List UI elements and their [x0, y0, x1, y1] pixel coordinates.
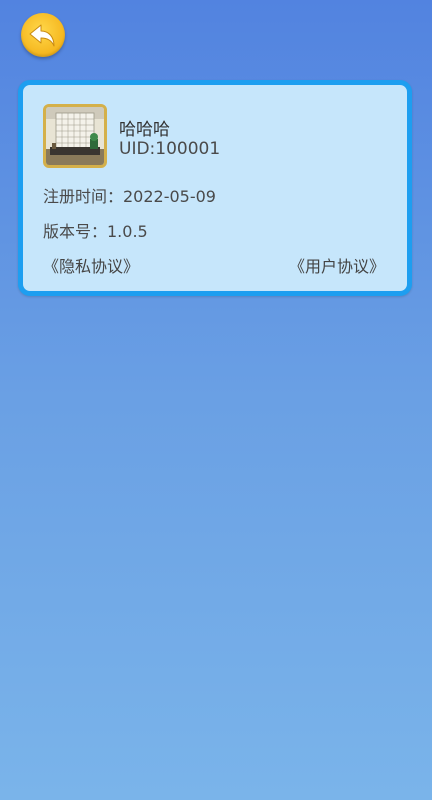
user-agreement-link[interactable]: 《用户协议》: [289, 253, 385, 277]
back-arrow-icon: [29, 24, 55, 47]
nickname: 哈哈哈: [119, 120, 170, 140]
chessboard-avatar-image: [46, 107, 104, 165]
privacy-policy-link[interactable]: 《隐私协议》: [43, 253, 139, 277]
register-time: 注册时间：2022-05-09: [43, 187, 216, 206]
user-id: UID:100001: [119, 139, 221, 159]
avatar: [43, 104, 107, 168]
version-number: 版本号：1.0.5: [43, 222, 148, 241]
profile-card: 哈哈哈 UID:100001 注册时间：2022-05-09 版本号：1.0.5…: [18, 80, 412, 296]
back-button[interactable]: [21, 13, 65, 57]
